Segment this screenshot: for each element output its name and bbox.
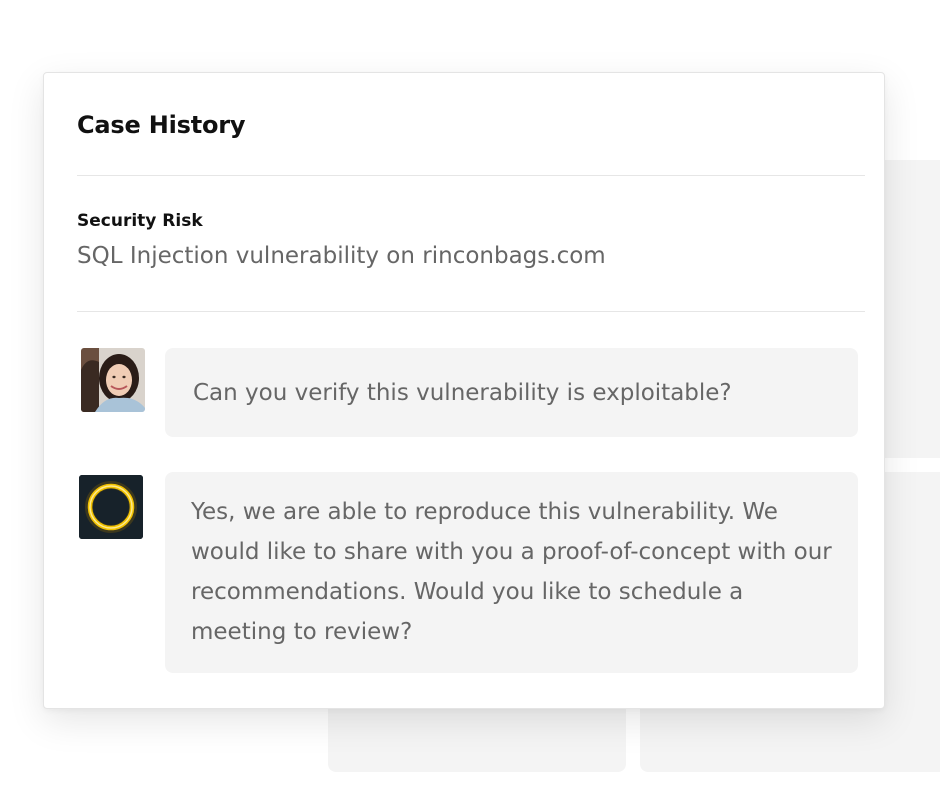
divider: [77, 311, 865, 312]
user-avatar: [81, 348, 145, 412]
ring-logo-icon: [79, 475, 143, 539]
case-history-card: Case History Security Risk SQL Injection…: [43, 72, 885, 709]
message-text: Can you verify this vulnerability is exp…: [193, 379, 732, 406]
risk-value: SQL Injection vulnerability on rinconbag…: [77, 243, 606, 269]
background-panel: [328, 700, 626, 772]
message-bubble: Yes, we are able to reproduce this vulne…: [165, 472, 858, 673]
divider: [77, 175, 865, 176]
message-bubble: Can you verify this vulnerability is exp…: [165, 348, 858, 437]
user-photo-icon: [81, 348, 145, 412]
message-text: Yes, we are able to reproduce this vulne…: [191, 499, 832, 645]
agent-avatar: [79, 475, 143, 539]
card-title: Case History: [77, 111, 246, 139]
risk-label: Security Risk: [77, 211, 203, 231]
